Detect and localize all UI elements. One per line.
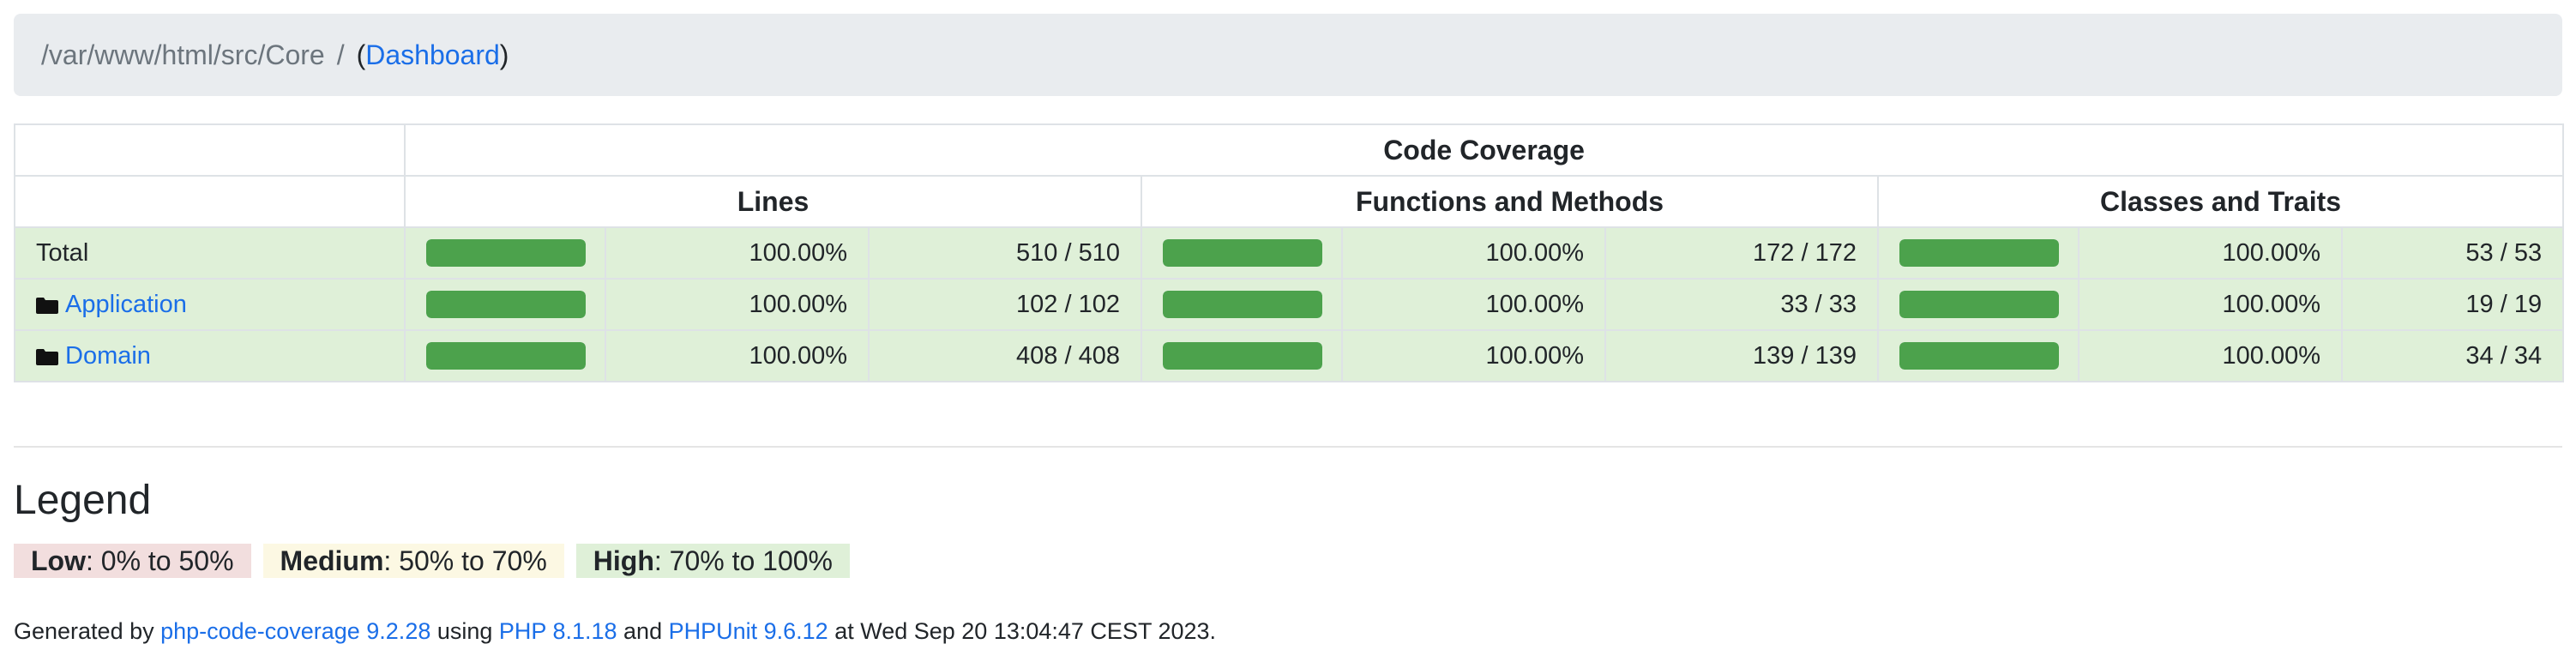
- classes-percent: 100.00%: [2078, 226, 2343, 280]
- breadcrumb-close-paren: ): [499, 39, 509, 70]
- lines-progress-bar: [426, 291, 586, 318]
- footer-timestamp: at Wed Sep 20 13:04:47 CEST 2023.: [828, 618, 1217, 644]
- classes-count: 19 / 19: [2340, 278, 2565, 331]
- classes-bar-cell: [1877, 329, 2079, 382]
- functions-count: 33 / 33: [1604, 278, 1879, 331]
- classes-progress-fill: [1899, 239, 2059, 267]
- legend-title: Legend: [14, 478, 152, 523]
- lines-bar-cell: [404, 226, 606, 280]
- lines-percent: 100.00%: [605, 329, 870, 382]
- functions-progress-bar: [1163, 239, 1322, 267]
- classes-progress-fill: [1899, 342, 2059, 370]
- lines-percent: 100.00%: [605, 226, 870, 280]
- classes-bar-cell: [1877, 278, 2079, 331]
- functions-progress-bar: [1163, 291, 1322, 318]
- functions-count: 172 / 172: [1604, 226, 1879, 280]
- lines-header: Lines: [404, 175, 1142, 228]
- php-code-coverage-link[interactable]: php-code-coverage 9.2.28: [160, 618, 430, 644]
- functions-progress-bar: [1163, 342, 1322, 370]
- breadcrumb-path: /var/www/html/src/Core: [41, 39, 325, 70]
- code-coverage-header: Code Coverage: [403, 123, 2565, 177]
- coverage-table: Code Coverage Lines Functions and Method…: [14, 123, 2565, 382]
- divider: [14, 446, 2562, 448]
- classes-progress-bar: [1899, 239, 2059, 267]
- functions-percent: 100.00%: [1341, 329, 1606, 382]
- functions-count: 139 / 139: [1604, 329, 1879, 382]
- functions-percent: 100.00%: [1341, 278, 1606, 331]
- phpunit-link[interactable]: PHPUnit 9.6.12: [669, 618, 828, 644]
- folder-icon: [36, 348, 58, 365]
- legend-medium: Medium: 50% to 70%: [262, 544, 564, 578]
- legend-medium-label: Medium: [280, 545, 384, 576]
- footer-generated-by: Generated by: [14, 618, 161, 644]
- lines-bar-cell: [404, 278, 606, 331]
- classes-percent: 100.00%: [2078, 278, 2343, 331]
- classes-progress-bar: [1899, 291, 2059, 318]
- directory-link-application[interactable]: Application: [65, 291, 187, 318]
- header-empty-cell: [14, 175, 406, 228]
- table-row: Domain 100.00% 408 / 408 100.00% 139 / 139 10…: [14, 329, 2565, 382]
- legend-high-label: High: [593, 545, 654, 576]
- footer: Generated by php-code-coverage 9.2.28 us…: [14, 616, 1216, 647]
- lines-progress-fill: [426, 239, 586, 267]
- legend-low: Low: 0% to 50%: [14, 544, 251, 578]
- breadcrumb: /var/www/html/src/Core / ( Dashboard ): [14, 14, 2562, 96]
- lines-progress-fill: [426, 342, 586, 370]
- functions-percent: 100.00%: [1341, 226, 1606, 280]
- classes-progress-fill: [1899, 291, 2059, 318]
- legend-low-label: Low: [31, 545, 86, 576]
- functions-progress-fill: [1163, 239, 1322, 267]
- directory-link-domain[interactable]: Domain: [65, 342, 151, 370]
- row-name-cell: Application: [14, 278, 406, 331]
- footer-and: and: [617, 618, 669, 644]
- legend-low-range: : 0% to 50%: [85, 545, 234, 576]
- lines-progress-fill: [426, 291, 586, 318]
- folder-icon: [36, 297, 58, 314]
- classes-count: 53 / 53: [2340, 226, 2565, 280]
- legend-medium-range: : 50% to 70%: [383, 545, 547, 576]
- classes-progress-bar: [1899, 342, 2059, 370]
- lines-bar-cell: [404, 329, 606, 382]
- lines-percent: 100.00%: [605, 278, 870, 331]
- functions-progress-fill: [1163, 291, 1322, 318]
- table-row: Application 100.00% 102 / 102 100.00% 33 / 3…: [14, 278, 2565, 331]
- classes-header: Classes and Traits: [1876, 175, 2565, 228]
- table-row: Total 100.00% 510 / 510 100.00% 172 / 172 100…: [14, 226, 2565, 280]
- php-link[interactable]: PHP 8.1.18: [499, 618, 617, 644]
- lines-count: 408 / 408: [868, 329, 1142, 382]
- breadcrumb-open-paren: (: [356, 39, 366, 70]
- functions-bar-cell: [1141, 278, 1343, 331]
- breadcrumb-separator: /: [336, 39, 345, 70]
- row-label: Total: [36, 238, 89, 267]
- dashboard-link[interactable]: Dashboard: [365, 39, 500, 71]
- classes-count: 34 / 34: [2340, 329, 2565, 382]
- coverage-rows: Total 100.00% 510 / 510 100.00% 172 / 172 100…: [14, 226, 2565, 382]
- lines-count: 102 / 102: [868, 278, 1142, 331]
- functions-bar-cell: [1141, 329, 1343, 382]
- lines-count: 510 / 510: [868, 226, 1142, 280]
- footer-using: using: [430, 618, 499, 644]
- functions-bar-cell: [1141, 226, 1343, 280]
- row-name-cell: Domain: [14, 329, 406, 382]
- row-name-cell: Total: [14, 226, 406, 280]
- functions-progress-fill: [1163, 342, 1322, 370]
- legend: Low: 0% to 50% Medium: 50% to 70% High: …: [14, 544, 862, 578]
- header-empty-cell: [14, 123, 406, 177]
- lines-progress-bar: [426, 342, 586, 370]
- classes-bar-cell: [1877, 226, 2079, 280]
- legend-high: High: 70% to 100%: [575, 544, 850, 578]
- lines-progress-bar: [426, 239, 586, 267]
- page: /var/www/html/src/Core / ( Dashboard ) C…: [0, 0, 2576, 650]
- functions-header: Functions and Methods: [1141, 175, 1879, 228]
- legend-high-range: : 70% to 100%: [653, 545, 833, 576]
- classes-percent: 100.00%: [2078, 329, 2343, 382]
